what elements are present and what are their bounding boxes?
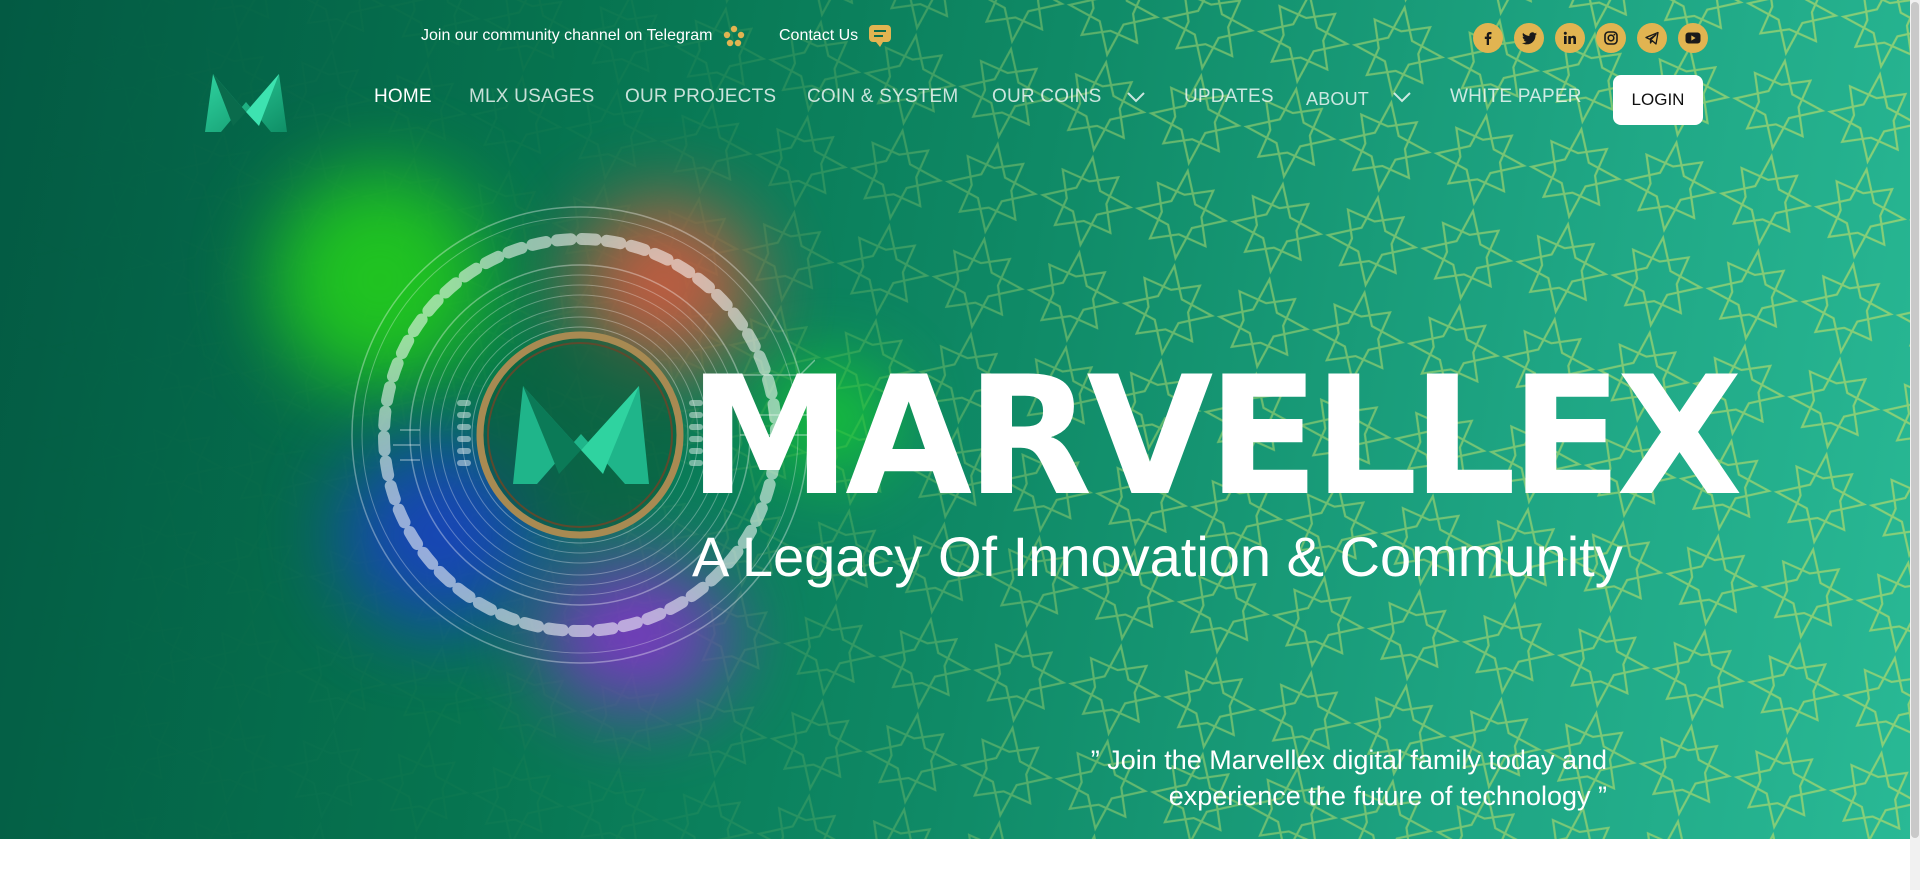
nav-item-home[interactable]: HOME	[374, 86, 432, 108]
hero-quote: ” Join the Marvellex digital family toda…	[967, 742, 1607, 814]
telegram-community-text: Join our community channel on Telegram	[421, 27, 713, 44]
nav-item-mlx-usages[interactable]: MLX USAGES	[469, 86, 595, 108]
community-people-icon	[724, 25, 745, 47]
nav-item-updates[interactable]: UPDATES	[1184, 86, 1274, 108]
scrollbar-thumb[interactable]	[1911, 2, 1919, 838]
nav-item-about[interactable]: ABOUT	[1306, 89, 1369, 110]
telegram-community-link[interactable]: Join our community channel on Telegram	[421, 24, 746, 48]
youtube-icon[interactable]	[1678, 23, 1708, 53]
chevron-down-icon[interactable]	[1392, 90, 1412, 104]
hero-quote-line-2: experience the future of technology ”	[1168, 781, 1607, 811]
hero-subtitle: A Legacy Of Innovation & Community	[692, 525, 1623, 588]
twitter-icon[interactable]	[1514, 23, 1544, 53]
nav-item-our-coins[interactable]: OUR COINS	[992, 86, 1101, 108]
linkedin-icon[interactable]	[1555, 23, 1585, 53]
hero-title: MARVELLEX	[688, 341, 1743, 532]
chat-bubble-icon	[869, 25, 892, 47]
scrollbar-track[interactable]	[1910, 0, 1920, 890]
facebook-icon[interactable]	[1473, 23, 1503, 53]
nav-item-white-paper[interactable]: WHITE PAPER	[1450, 86, 1582, 108]
login-button[interactable]: LOGIN	[1613, 75, 1703, 125]
telegram-icon[interactable]	[1637, 23, 1667, 53]
social-links	[1473, 23, 1708, 53]
chevron-down-icon[interactable]	[1126, 90, 1146, 104]
contact-us-link[interactable]: Contact Us	[779, 24, 892, 48]
hero-quote-line-1: ” Join the Marvellex digital family toda…	[1090, 745, 1607, 775]
instagram-icon[interactable]	[1596, 23, 1626, 53]
contact-us-text: Contact Us	[779, 27, 859, 44]
marvellex-logo[interactable]	[205, 70, 287, 132]
nav-item-our-projects[interactable]: OUR PROJECTS	[625, 86, 776, 108]
nav-item-coin-system[interactable]: COIN & SYSTEM	[807, 86, 958, 108]
